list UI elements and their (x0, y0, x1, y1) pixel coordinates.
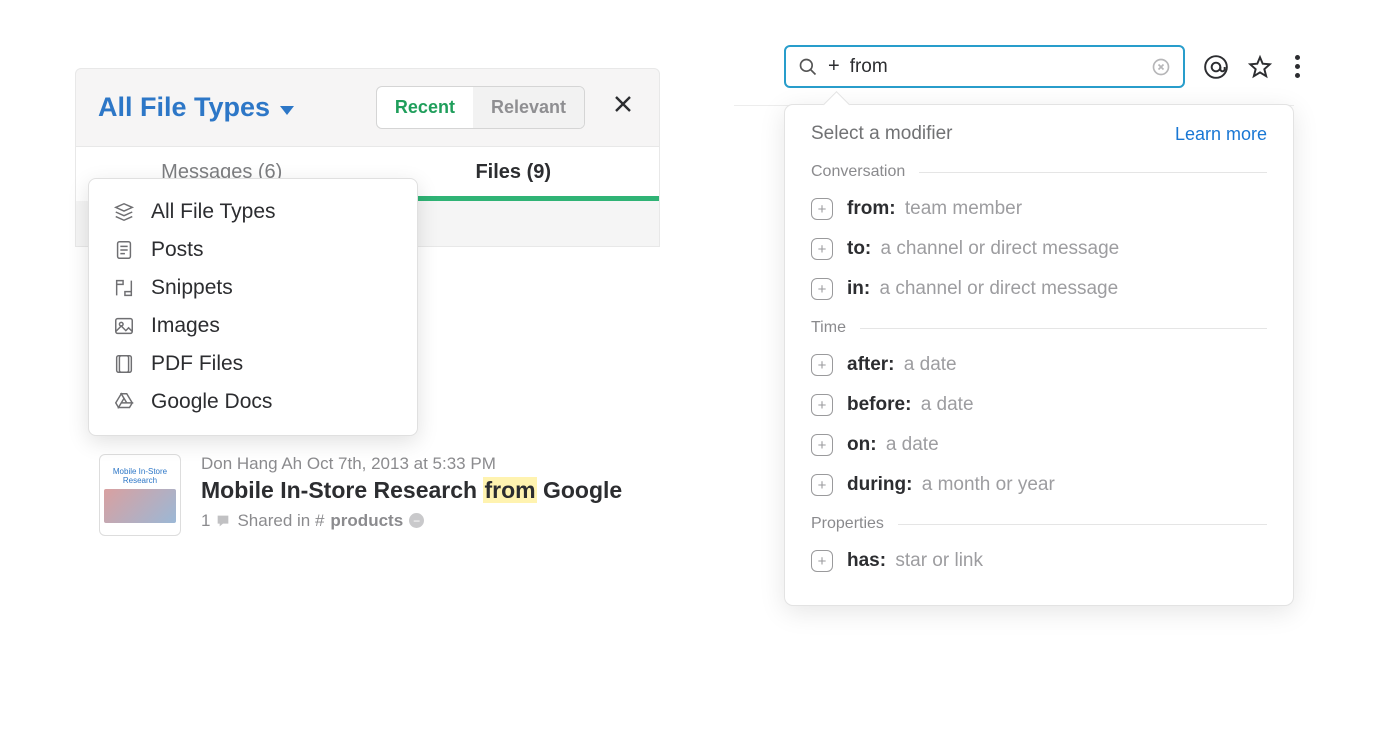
file-byline: Don Hang Ah Oct 7th, 2013 at 5:33 PM (201, 454, 652, 474)
plus-box-icon: + (811, 394, 833, 416)
sort-relevant-button[interactable]: Relevant (473, 87, 584, 128)
file-type-option-gdocs[interactable]: Google Docs (89, 383, 417, 421)
search-modifier-popover: Select a modifier Learn more Conversatio… (784, 104, 1294, 606)
modifier-option[interactable]: + during: a month or year (811, 465, 1267, 505)
plus-box-icon: + (811, 474, 833, 496)
search-results-panel: All File Types Recent Relevant Messages … (75, 68, 660, 566)
close-button[interactable] (605, 92, 641, 123)
modifier-key: during: (847, 474, 912, 495)
modifier-section: Conversation + from: team member + to: a cha… (811, 163, 1267, 309)
modifier-hint: a month or year (922, 474, 1055, 495)
plus-box-icon: + (811, 354, 833, 376)
file-result-1[interactable]: Mobile In-Store Research Don Hang Ah Oct… (75, 446, 660, 566)
modifier-option[interactable]: + on: a date (811, 425, 1267, 465)
close-icon (611, 92, 635, 116)
dropdown-caret-icon (280, 106, 294, 115)
more-menu-button[interactable] (1291, 53, 1304, 80)
modifier-key: in: (847, 278, 870, 299)
file-thumbnail: Mobile In-Store Research (99, 454, 181, 536)
file-meta: Don Hang Ah Oct 7th, 2013 at 5:33 PM Mob… (201, 454, 652, 536)
modifier-key: to: (847, 238, 871, 259)
modifier-key: after: (847, 354, 895, 375)
file-type-option-images[interactable]: Images (89, 307, 417, 345)
file-type-filter-dropdown[interactable]: All File Types (98, 92, 362, 123)
file-type-option-posts[interactable]: Posts (89, 231, 417, 269)
comment-icon (215, 513, 231, 529)
file-type-option-label: All File Types (151, 200, 276, 224)
remove-icon[interactable]: − (409, 513, 424, 528)
file-type-option-label: PDF Files (151, 352, 243, 376)
search-box[interactable]: + (784, 45, 1185, 88)
file-type-dropdown-menu: All File Types Posts Snippets Images PDF Fil… (88, 178, 418, 436)
modifier-hint: a date (904, 354, 957, 375)
section-label: Time (811, 319, 1267, 337)
search-modifier-prefix: + (828, 55, 840, 78)
modifier-key: has: (847, 550, 886, 571)
learn-more-link[interactable]: Learn more (1175, 124, 1267, 145)
modifier-key: from: (847, 198, 896, 219)
star-icon[interactable] (1247, 54, 1273, 80)
plus-box-icon: + (811, 434, 833, 456)
section-label: Conversation (811, 163, 1267, 181)
modifier-section: Properties + has: star or link (811, 515, 1267, 581)
clear-icon[interactable] (1151, 57, 1171, 77)
results-header: All File Types Recent Relevant (75, 68, 660, 147)
file-type-option-pdf[interactable]: PDF Files (89, 345, 417, 383)
search-input[interactable] (850, 56, 1141, 78)
modifier-option[interactable]: + after: a date (811, 345, 1267, 385)
file-type-option-snippets[interactable]: Snippets (89, 269, 417, 307)
modifier-hint: star or link (895, 550, 983, 571)
comment-count: 1 (201, 511, 231, 531)
modifier-hint: a date (921, 394, 974, 415)
plus-box-icon: + (811, 238, 833, 260)
modifier-option[interactable]: + before: a date (811, 385, 1267, 425)
modifier-option[interactable]: + has: star or link (811, 541, 1267, 581)
modifier-option[interactable]: + to: a channel or direct message (811, 229, 1267, 269)
modifier-hint: team member (905, 198, 1022, 219)
sort-recent-button[interactable]: Recent (377, 87, 473, 128)
modifier-option[interactable]: + in: a channel or direct message (811, 269, 1267, 309)
file-type-option-label: Images (151, 314, 220, 338)
section-label: Properties (811, 515, 1267, 533)
popover-title: Select a modifier (811, 123, 953, 145)
file-shared-in: 1 Shared in #products − (201, 511, 652, 531)
plus-box-icon: + (811, 550, 833, 572)
modifier-section: Time + after: a date + before: a date + on: a … (811, 319, 1267, 505)
search-icon (798, 57, 818, 77)
modifier-key: on: (847, 434, 877, 455)
modifier-option[interactable]: + from: team member (811, 189, 1267, 229)
file-type-option-label: Google Docs (151, 390, 272, 414)
search-area: + Select a modifier Learn more Conversat… (784, 45, 1304, 606)
modifier-hint: a date (886, 434, 939, 455)
file-title: Mobile In-Store Research from Google (201, 476, 652, 505)
file-type-option-label: Snippets (151, 276, 233, 300)
plus-box-icon: + (811, 278, 833, 300)
file-type-filter-label: All File Types (98, 92, 270, 123)
plus-box-icon: + (811, 198, 833, 220)
search-header-row: + (784, 45, 1304, 88)
modifier-hint: a channel or direct message (881, 238, 1120, 259)
modifier-hint: a channel or direct message (880, 278, 1119, 299)
mentions-icon[interactable] (1203, 54, 1229, 80)
modifier-key: before: (847, 394, 911, 415)
file-type-option-all[interactable]: All File Types (89, 193, 417, 231)
file-type-option-label: Posts (151, 238, 204, 262)
sort-toggle: Recent Relevant (376, 86, 585, 129)
popover-header: Select a modifier Learn more (811, 123, 1267, 145)
